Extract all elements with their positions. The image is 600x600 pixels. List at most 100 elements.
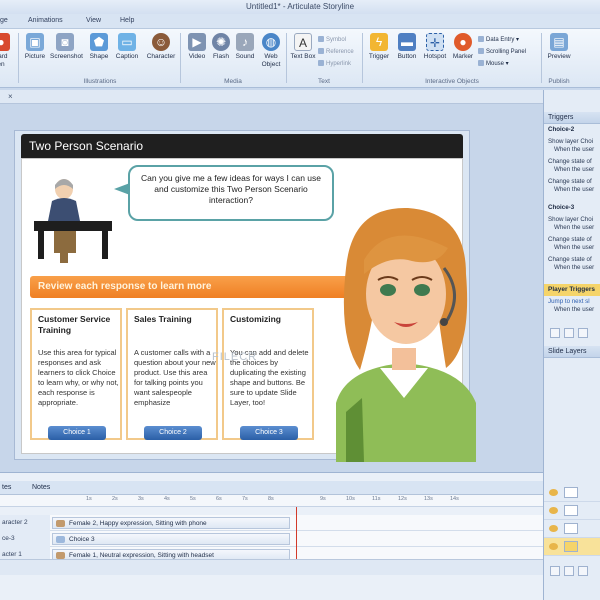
reference-item[interactable]: Reference xyxy=(318,47,354,57)
timeline-object-label: Female 1, Neutral expression, Sitting wi… xyxy=(69,552,214,559)
hyperlink-item[interactable]: Hyperlink xyxy=(318,59,351,69)
visibility-icon[interactable] xyxy=(549,525,558,532)
duplicate-layer-icon[interactable] xyxy=(564,566,574,576)
caption-icon: ▭ xyxy=(118,33,136,51)
tab-notes[interactable]: Notes xyxy=(24,482,58,494)
timeline-row[interactable]: aracter 2 Female 2, Happy expression, Si… xyxy=(0,515,543,531)
publish-group-label: Publish xyxy=(548,78,570,85)
trigger-button[interactable]: ϟ Trigger xyxy=(364,33,394,73)
watermark-text: FILECR xyxy=(212,351,258,363)
trigger-item[interactable]: Choice-2 xyxy=(548,126,574,134)
trigger-item[interactable]: When the user xyxy=(554,244,594,252)
mouse-item[interactable]: Mouse ▾ xyxy=(478,59,509,69)
symbol-item[interactable]: Symbol xyxy=(318,35,346,45)
new-trigger-icon[interactable] xyxy=(550,328,560,338)
timeline-object-bar[interactable]: Female 2, Happy expression, Sitting with… xyxy=(52,517,290,529)
hotspot-icon: ✛ xyxy=(426,33,444,51)
delete-trigger-icon[interactable] xyxy=(578,328,588,338)
timeline-playhead[interactable] xyxy=(296,507,297,567)
scrolling-panel-icon xyxy=(478,48,484,55)
textbox-icon: A xyxy=(294,33,312,51)
cut-off-ribbon-button[interactable]: ● oard en xyxy=(0,33,16,73)
choice-1-button[interactable]: Choice 1 xyxy=(48,426,106,440)
ruler-tick: 11s xyxy=(372,496,381,502)
character-seated-headset[interactable] xyxy=(24,171,116,267)
slide-layer-row[interactable] xyxy=(544,520,600,538)
mouse-label: Mouse xyxy=(486,61,505,67)
picture-button[interactable]: ▣ Picture xyxy=(20,33,50,73)
trigger-item[interactable]: When the user xyxy=(554,166,594,174)
scrolling-panel-item[interactable]: Scrolling Panel xyxy=(478,47,526,57)
timeline-object-bar[interactable]: Choice 3 xyxy=(52,533,290,545)
preview-button[interactable]: ▤ Preview xyxy=(544,33,574,73)
globe-icon: ◍ xyxy=(262,33,280,51)
player-triggers-header: Player Triggers xyxy=(544,284,600,296)
timeline-row[interactable]: ce-3 Choice 3 xyxy=(0,531,543,547)
tab-help[interactable]: Help xyxy=(120,14,134,28)
trigger-item[interactable]: When the user xyxy=(554,306,594,314)
hyperlink-label: Hyperlink xyxy=(326,61,352,67)
trigger-item[interactable]: Show layer Choi xyxy=(548,216,593,224)
close-slide-icon[interactable]: × xyxy=(8,92,13,101)
new-layer-icon[interactable] xyxy=(550,566,560,576)
tab-view[interactable]: View xyxy=(86,14,101,28)
trigger-item[interactable]: Change state of xyxy=(548,236,592,244)
trigger-item[interactable]: When the user xyxy=(554,186,594,194)
trigger-item[interactable]: Change state of xyxy=(548,158,592,166)
visibility-icon[interactable] xyxy=(549,507,558,514)
hotspot-label: Hotspot xyxy=(423,53,447,60)
character-icon xyxy=(56,552,65,559)
button-icon: ▬ xyxy=(398,33,416,51)
trigger-item[interactable]: When the user xyxy=(554,146,594,154)
triggers-panel: Triggers Choice-2 Show layer Choi When t… xyxy=(543,90,600,600)
trigger-item[interactable]: Jump to next sl xyxy=(548,298,590,306)
data-entry-item[interactable]: Data Entry ▾ xyxy=(478,35,519,45)
slide-layer-row[interactable] xyxy=(544,484,600,502)
delete-layer-icon[interactable] xyxy=(578,566,588,576)
hotspot-button[interactable]: ✛ Hotspot xyxy=(420,33,450,73)
card-title: Customizing xyxy=(230,314,281,324)
character-button[interactable]: ☺ Character xyxy=(146,33,176,73)
ruler-tick: 12s xyxy=(398,496,407,502)
slide-workspace: × Two Person Scenario Can you give me a … xyxy=(0,90,543,472)
trigger-item[interactable]: Change state of xyxy=(548,178,592,186)
illustrations-group-label: Illustrations xyxy=(83,78,117,85)
button-button[interactable]: ▬ Button xyxy=(392,33,422,73)
card-customizing: Customizing You can add and delete the c… xyxy=(222,308,314,440)
visibility-icon[interactable] xyxy=(549,543,558,550)
data-entry-icon xyxy=(478,36,484,43)
trigger-item[interactable]: When the user xyxy=(554,264,594,272)
timeline-ruler: 1s 2s 3s 4s 5s 6s 7s 8s 9s 10s 11s 12s 1… xyxy=(0,495,543,507)
edit-trigger-icon[interactable] xyxy=(564,328,574,338)
visibility-icon[interactable] xyxy=(549,489,558,496)
cut-off-label-2: en xyxy=(0,61,5,68)
trigger-item[interactable]: Show layer Choi xyxy=(548,138,593,146)
screenshot-button[interactable]: ◙ Screenshot xyxy=(50,33,83,73)
layer-thumbnail xyxy=(564,523,578,534)
mouse-icon xyxy=(478,60,484,67)
timeline-footer xyxy=(0,559,543,575)
choice-2-button[interactable]: Choice 2 xyxy=(144,426,202,440)
slide-layer-row-selected[interactable] xyxy=(544,538,600,556)
trigger-item[interactable]: When the user xyxy=(554,224,594,232)
shape-icon: ⬟ xyxy=(90,33,108,51)
marker-button[interactable]: ● Marker xyxy=(448,33,478,73)
character-woman-headset[interactable] xyxy=(316,198,492,462)
web-object-button[interactable]: ◍ Web Object xyxy=(256,33,286,73)
button-icon xyxy=(56,536,65,543)
ruler-tick: 4s xyxy=(164,496,170,502)
choice-3-button[interactable]: Choice 3 xyxy=(240,426,298,440)
slide-layer-row[interactable] xyxy=(544,502,600,520)
caption-label: Caption xyxy=(115,53,139,60)
tab-states[interactable]: tes xyxy=(0,482,19,494)
text-box-button[interactable]: A Text Box xyxy=(288,33,318,73)
tab-animations[interactable]: Animations xyxy=(28,14,63,28)
text-group-label: Text xyxy=(318,78,330,85)
tab-page[interactable]: ge xyxy=(0,14,8,28)
trigger-item[interactable]: Change state of xyxy=(548,256,592,264)
ruler-tick: 7s xyxy=(242,496,248,502)
trigger-item[interactable]: Choice-3 xyxy=(548,204,574,212)
caption-button[interactable]: ▭ Caption xyxy=(112,33,142,73)
shape-button[interactable]: ⬟ Shape xyxy=(84,33,114,73)
ruler-tick: 1s xyxy=(86,496,92,502)
